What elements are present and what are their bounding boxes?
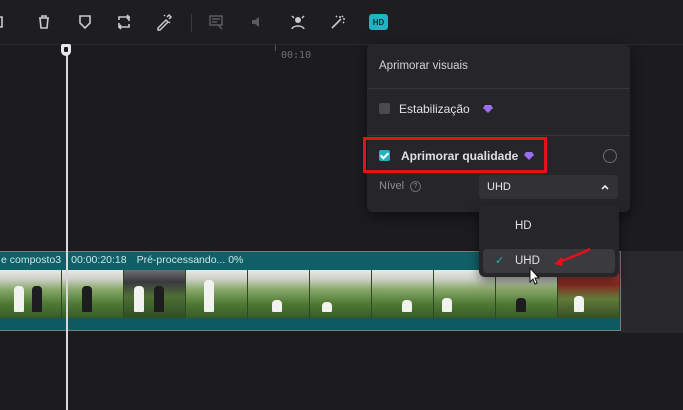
premium-gem-icon xyxy=(483,105,493,113)
toolbar: HD xyxy=(0,0,683,44)
clip-thumbnail xyxy=(310,270,372,318)
playhead-line[interactable] xyxy=(66,52,68,410)
clip-thumbnails xyxy=(0,270,620,318)
stabilize-label: Estabilização xyxy=(399,102,470,116)
clip-name: e composto3 xyxy=(1,254,62,266)
person-spotlight-icon[interactable] xyxy=(288,12,308,32)
playhead-handle[interactable] xyxy=(61,44,71,56)
chevron-up-icon xyxy=(601,184,609,190)
mouse-cursor-icon xyxy=(529,267,541,285)
shield-icon[interactable] xyxy=(75,12,95,32)
clip-thumbnail xyxy=(496,270,558,318)
level-select[interactable]: UHD xyxy=(479,175,618,199)
caption-icon[interactable] xyxy=(206,12,226,32)
clip-thumbnail xyxy=(62,270,124,318)
level-label: Nível xyxy=(379,180,405,192)
annotation-arrow-icon xyxy=(554,247,591,266)
clip-thumbnail xyxy=(558,270,620,318)
level-select-value: UHD xyxy=(487,181,511,193)
track-background xyxy=(621,251,683,333)
toolbar-separator xyxy=(191,14,192,32)
divider xyxy=(367,88,630,89)
clip-thumbnail xyxy=(434,270,496,318)
dropdown-option-label: UHD xyxy=(515,255,540,267)
loop-icon[interactable] xyxy=(114,12,134,32)
highlight-box xyxy=(363,137,547,173)
delete-icon[interactable] xyxy=(34,12,54,32)
magic-wand-icon[interactable] xyxy=(328,12,348,32)
clip-thumbnail xyxy=(124,270,186,318)
level-dropdown: HD ✓ UHD xyxy=(479,205,619,277)
clip-thumbnail xyxy=(372,270,434,318)
enhance-radio[interactable] xyxy=(603,149,617,163)
info-icon[interactable]: ? xyxy=(410,181,421,192)
checkmark-icon: ✓ xyxy=(495,255,505,267)
hd-icon[interactable]: HD xyxy=(369,14,388,30)
panel-title: Aprimorar visuais xyxy=(379,60,468,72)
stabilize-checkbox[interactable] xyxy=(379,103,390,114)
divider xyxy=(367,135,630,136)
dropdown-option-label: HD xyxy=(515,220,532,232)
clip-status: Pré-processando... 0% xyxy=(136,254,244,266)
enhance-visuals-panel: Aprimorar visuais Estabilização Aprimora… xyxy=(367,44,630,212)
clip-thumbnail xyxy=(0,270,62,318)
ruler-tick xyxy=(275,45,276,51)
clip-thumbnail xyxy=(248,270,310,318)
clip-duration: 00:00:20:18 xyxy=(71,254,127,266)
clip-audio-bar xyxy=(0,318,620,330)
dropdown-option-hd[interactable]: HD xyxy=(483,214,615,238)
ruler-label: 00:10 xyxy=(281,50,312,61)
pen-wand-icon[interactable] xyxy=(154,12,174,32)
dropdown-option-uhd[interactable]: ✓ UHD xyxy=(483,249,615,273)
split-icon[interactable] xyxy=(0,12,12,32)
audio-icon[interactable] xyxy=(247,12,267,32)
clip-thumbnail xyxy=(186,270,248,318)
